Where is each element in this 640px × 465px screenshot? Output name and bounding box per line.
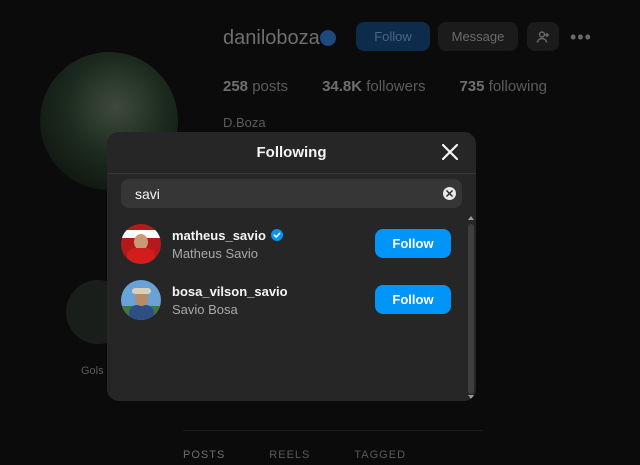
result-full-name: Savio Bosa [172, 301, 238, 317]
scroll-down-icon[interactable] [468, 395, 474, 399]
follow-button[interactable]: Follow [375, 285, 451, 314]
verified-badge-icon [270, 229, 283, 241]
profile-follow-button: Follow [356, 22, 430, 51]
follow-button[interactable]: Follow [375, 229, 451, 258]
scrollbar-thumb[interactable] [468, 224, 474, 394]
tab-posts: POSTS [183, 449, 226, 461]
avatar[interactable] [121, 224, 161, 264]
scrollbar[interactable] [466, 216, 476, 401]
story-highlight-label: Gols [81, 365, 104, 377]
following-results-list: matheus_savio Matheus Savio Follow bosa_… [107, 216, 467, 328]
clear-search-button[interactable] [443, 187, 456, 200]
profile-username: daniloboza [223, 27, 320, 49]
following-stat: 735 following [459, 78, 548, 95]
search-input[interactable] [121, 179, 462, 208]
followers-stat: 34.8K followers [322, 78, 426, 95]
result-username[interactable]: bosa_vilson_savio [172, 284, 288, 299]
scroll-up-icon[interactable] [468, 216, 474, 220]
profile-tabs: POSTS REELS TAGGED [183, 430, 483, 461]
clear-icon [446, 190, 453, 197]
list-item[interactable]: matheus_savio Matheus Savio Follow [107, 216, 467, 272]
list-item[interactable]: bosa_vilson_savio Savio Bosa Follow [107, 272, 467, 328]
add-user-icon [527, 22, 559, 51]
profile-full-name: D.Boza [223, 115, 266, 130]
close-button[interactable] [438, 140, 462, 164]
search-box [121, 179, 462, 208]
posts-stat: 258 posts [223, 78, 289, 95]
tab-tagged: TAGGED [354, 449, 407, 461]
modal-header: Following [107, 132, 476, 174]
avatar[interactable] [121, 280, 161, 320]
close-icon [441, 143, 459, 161]
modal-title: Following [256, 144, 327, 161]
verified-badge-icon [320, 30, 336, 46]
following-modal: Following matheus_savio [107, 132, 476, 401]
profile-stats: 258 posts 34.8K followers 735 following [223, 78, 547, 95]
more-options-icon: ••• [570, 27, 592, 47]
tab-reels: REELS [269, 449, 311, 461]
result-full-name: Matheus Savio [172, 245, 258, 261]
profile-message-button: Message [438, 22, 518, 51]
result-username[interactable]: matheus_savio [172, 228, 283, 243]
